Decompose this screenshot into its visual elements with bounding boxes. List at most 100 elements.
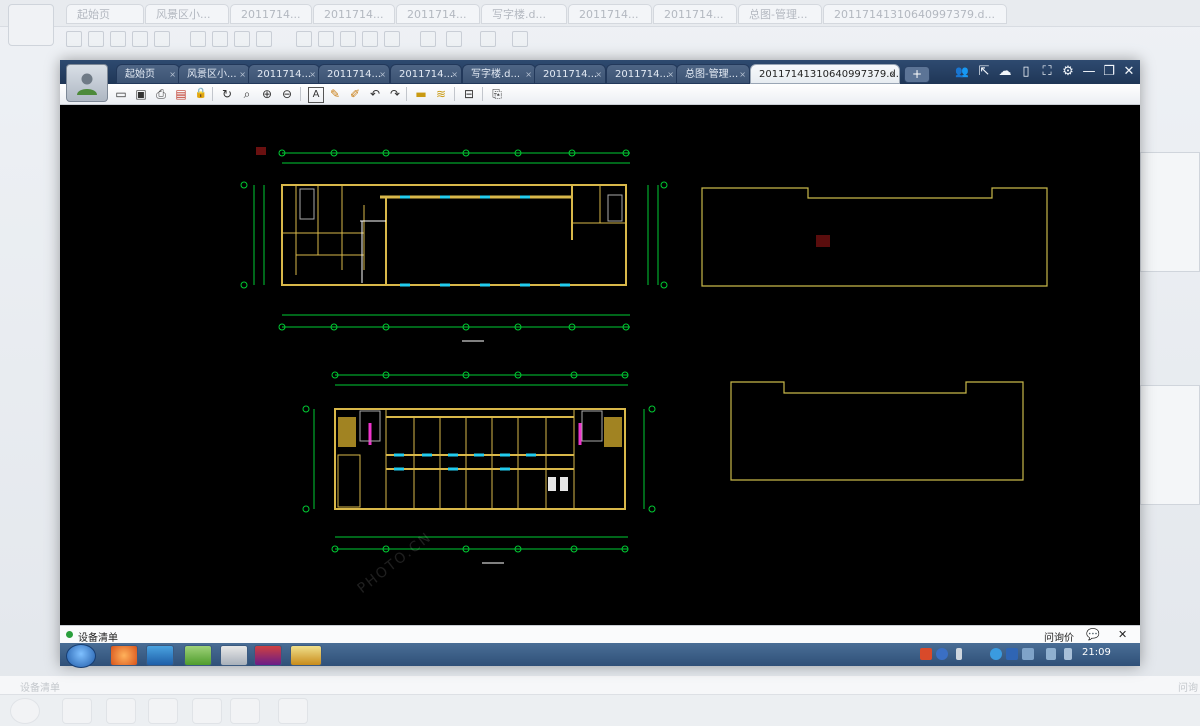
hatch-icon[interactable]: ≋	[434, 87, 448, 101]
taskbar-clock[interactable]: 21:09	[1082, 647, 1111, 658]
tab-close-icon[interactable]: ×	[525, 65, 532, 83]
tray-network-icon[interactable]	[990, 648, 1002, 660]
background-tool-icon	[512, 31, 528, 47]
tab-close-icon[interactable]: ×	[451, 65, 458, 83]
background-tool-icon	[234, 31, 250, 47]
background-tab: 总图-管理...	[738, 4, 822, 24]
tab-scenic-area[interactable]: 风景区小... ×	[178, 64, 250, 84]
close-button[interactable]: ✕	[1119, 63, 1139, 81]
cad-viewer-taskbar-icon[interactable]	[290, 645, 322, 666]
tab-close-icon[interactable]: ×	[667, 65, 674, 83]
minimize-button[interactable]: —	[1079, 63, 1099, 81]
tab-close-icon[interactable]: ×	[309, 65, 316, 83]
start-button[interactable]	[66, 644, 96, 668]
tab-office-building[interactable]: 写字楼.d... ×	[462, 64, 536, 84]
app-taskbar-icon[interactable]	[146, 645, 174, 666]
marker-icon[interactable]: ✐	[348, 87, 362, 101]
background-task-icon	[278, 698, 308, 724]
background-tool-icon	[256, 31, 272, 47]
text-icon[interactable]: A	[308, 87, 324, 103]
zoom-window-icon[interactable]: ⌕	[240, 87, 254, 101]
tab-start-page[interactable]: 起始页 ×	[116, 64, 180, 84]
mobile-icon[interactable]: ▯	[1016, 63, 1036, 81]
tray-volume-icon[interactable]	[1064, 648, 1072, 660]
floor-plan-lower	[302, 371, 656, 564]
tab-site-plan[interactable]: 总图-管理... ×	[676, 64, 750, 84]
background-task-icon	[192, 698, 222, 724]
undo-icon[interactable]: ↶	[368, 87, 382, 101]
chat-icon[interactable]: ☁	[995, 63, 1015, 81]
background-right-panel	[1140, 152, 1200, 272]
users-icon[interactable]: 👥	[952, 63, 972, 81]
zoom-in-icon[interactable]: ⊕	[260, 87, 274, 101]
tab-active-drawing[interactable]: 20117141310640997379.d... ×	[750, 64, 900, 84]
tab-label: 20117141310640997379.d...	[759, 69, 900, 80]
tab-close-icon[interactable]: ×	[379, 65, 386, 83]
tab-drawing-5[interactable]: 2011714... ×	[606, 64, 678, 84]
zoom-out-icon[interactable]: ⊖	[280, 87, 294, 101]
background-tool-icon	[190, 31, 206, 47]
windows-taskbar: 21:09	[60, 643, 1140, 668]
tab-close-icon[interactable]: ×	[239, 65, 246, 83]
tray-signal-icon[interactable]	[1046, 648, 1056, 660]
save-icon[interactable]: ▣	[134, 87, 148, 101]
background-task-icon	[230, 698, 260, 724]
layers-icon[interactable]: ▬	[414, 87, 428, 101]
status-label[interactable]: 设备清单	[78, 629, 118, 644]
cad-drawing	[240, 147, 1048, 564]
background-tab: 起始页	[66, 4, 144, 24]
tab-label: 总图-管理...	[685, 69, 739, 80]
pdf-export-icon[interactable]: ▤	[174, 87, 188, 101]
export-icon[interactable]: ⎘	[490, 87, 504, 101]
chat-bubble-icon[interactable]: 💬	[1086, 628, 1100, 641]
lock-icon[interactable]: 🔒	[194, 87, 208, 101]
explorer-taskbar-icon[interactable]	[184, 645, 212, 666]
toolbar-divider	[454, 87, 455, 101]
restore-button[interactable]: ❐	[1099, 63, 1119, 81]
tab-close-icon[interactable]: ×	[595, 65, 602, 83]
background-tool-icon	[420, 31, 436, 47]
background-right-panel	[1140, 385, 1200, 505]
floor-plan-upper	[240, 147, 668, 342]
archive-taskbar-icon[interactable]	[254, 645, 282, 666]
open-folder-icon[interactable]: ▭	[114, 87, 128, 101]
background-tool-icon	[340, 31, 356, 47]
inquiry-button[interactable]: 问询价	[1044, 629, 1074, 644]
stack-icon[interactable]: ⊟	[462, 87, 476, 101]
background-tab: 写字楼.d...	[481, 4, 567, 24]
tray-input-icon[interactable]	[920, 648, 932, 660]
tray-dot-icon[interactable]	[956, 648, 962, 660]
print-icon[interactable]: ⎙	[154, 87, 168, 101]
fullscreen-icon[interactable]: ⛶	[1037, 63, 1057, 81]
tab-close-icon[interactable]: ×	[169, 65, 176, 83]
tab-label: 写字楼.d...	[471, 69, 521, 80]
browser-taskbar-icon[interactable]	[110, 645, 138, 666]
tray-help-icon[interactable]	[936, 648, 948, 660]
tab-close-icon[interactable]: ×	[739, 65, 746, 83]
status-close-icon[interactable]: ✕	[1118, 628, 1127, 641]
rotate-icon[interactable]: ↻	[220, 87, 234, 101]
tab-drawing-3[interactable]: 2011714... ×	[390, 64, 462, 84]
background-tool-icon	[384, 31, 400, 47]
user-avatar-icon	[77, 73, 97, 95]
tab-drawing-2[interactable]: 2011714... ×	[318, 64, 390, 84]
redo-icon[interactable]: ↷	[388, 87, 402, 101]
tab-drawing-1[interactable]: 2011714... ×	[248, 64, 320, 84]
drawing-canvas[interactable]	[60, 105, 1140, 625]
tab-drawing-4[interactable]: 2011714... ×	[534, 64, 606, 84]
new-tab-button[interactable]: +	[904, 66, 930, 83]
toolbar-divider	[482, 87, 483, 101]
tray-shield-icon[interactable]	[1006, 648, 1018, 660]
tab-close-icon[interactable]: ×	[889, 65, 896, 83]
settings-icon[interactable]: ⚙	[1058, 63, 1078, 81]
roof-outline-upper	[701, 187, 1048, 287]
background-task-icon	[10, 698, 40, 724]
tab-label: 2011714...	[615, 69, 670, 80]
pencil-icon[interactable]: ✎	[328, 87, 342, 101]
background-tab: 2011714...	[568, 4, 652, 24]
tray-device-icon[interactable]	[1022, 648, 1034, 660]
background-tool-icon	[446, 31, 462, 47]
user-avatar[interactable]	[66, 64, 108, 102]
share-icon[interactable]: ⇱	[974, 63, 994, 81]
contacts-taskbar-icon[interactable]	[220, 645, 248, 666]
